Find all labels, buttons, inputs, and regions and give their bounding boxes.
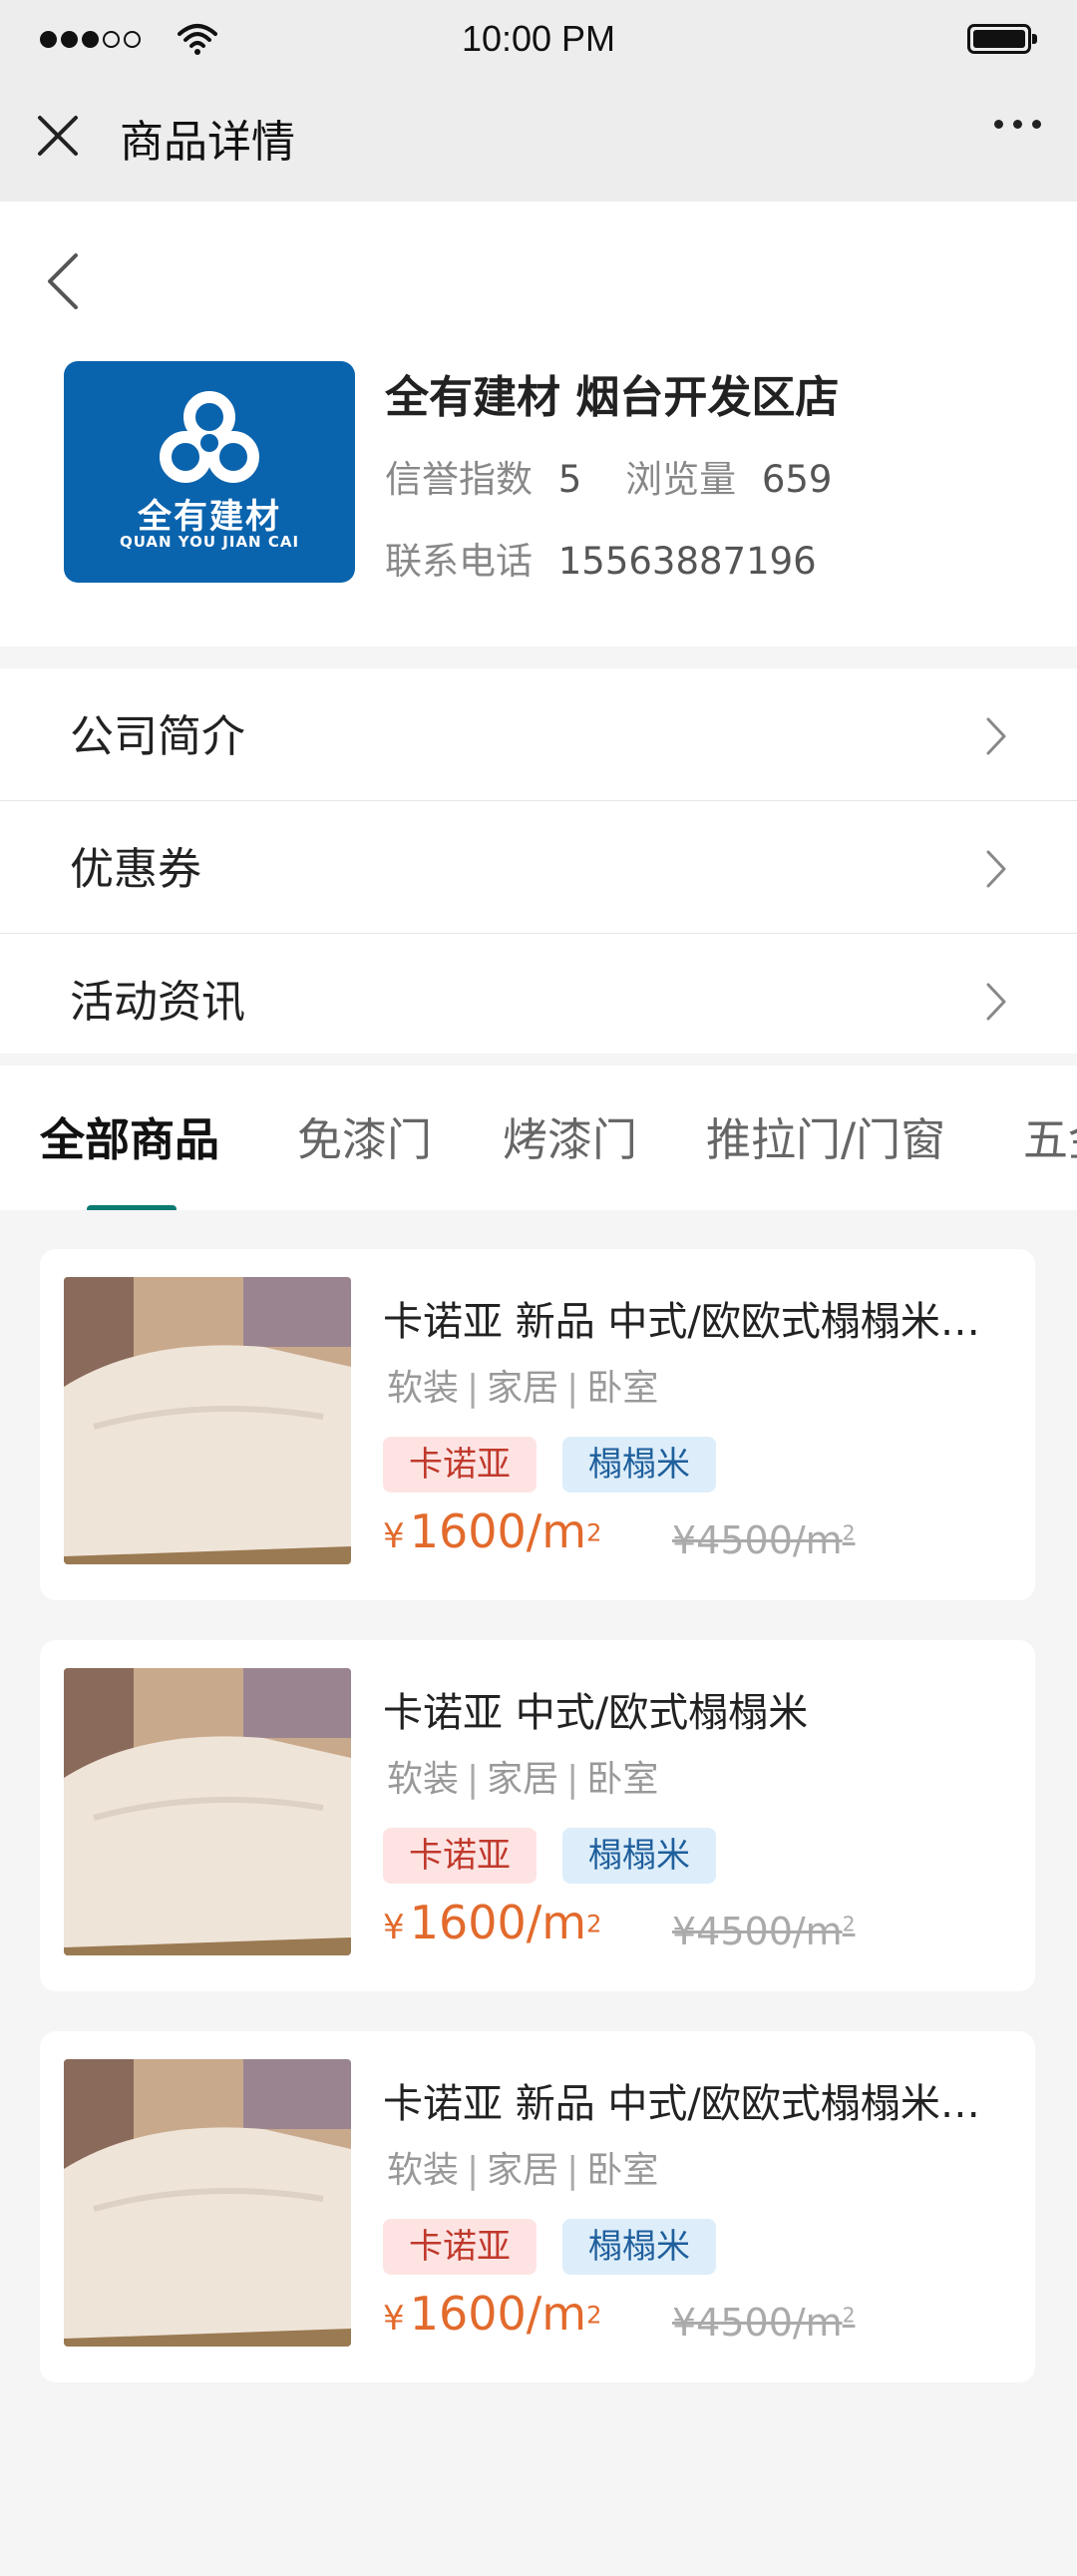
credit-value: 5 xyxy=(557,458,582,501)
currency-symbol: ¥ xyxy=(383,2299,405,2339)
original-price-value: ¥4500/m xyxy=(672,1518,843,1562)
original-price-value: ¥4500/m xyxy=(672,2301,843,2345)
shop-phone: 联系电话 15563887196 xyxy=(385,531,817,585)
category-label: 软装 xyxy=(387,1759,460,1800)
price-value: 1600/m xyxy=(409,2287,587,2341)
original-price-sup: 2 xyxy=(842,1520,856,1545)
tab-indicator xyxy=(87,1205,177,1210)
nav-bar: 商品详情 xyxy=(0,80,1077,202)
brand-tag: 卡诺亚 xyxy=(383,2219,537,2275)
product-price: ¥ 1600/m2 xyxy=(383,1896,601,1949)
tab-lacquer-door[interactable]: 烤漆门 xyxy=(503,1103,637,1168)
back-icon[interactable] xyxy=(44,251,84,311)
price-unit-sup: 2 xyxy=(586,1910,602,1938)
tab-sliding-door-window[interactable]: 推拉门/门窗 xyxy=(706,1103,945,1168)
logo-mark-icon xyxy=(160,391,259,483)
price-value: 1600/m xyxy=(409,1504,587,1558)
type-tag: 榻榻米 xyxy=(562,1828,716,1884)
menu-item-coupons[interactable]: 优惠券 xyxy=(0,801,1077,934)
category-label: 软装 xyxy=(387,2150,460,2191)
close-icon[interactable] xyxy=(36,114,80,158)
tab-hardware[interactable]: 五金 xyxy=(1023,1103,1077,1168)
product-tags: 卡诺亚 榻榻米 xyxy=(383,1828,716,1884)
category-label: 卧室 xyxy=(586,1759,659,1800)
shop-logo: 全有建材 QUAN YOU JIAN CAI xyxy=(64,361,355,583)
menu-item-news[interactable]: 活动资讯 xyxy=(0,934,1077,1054)
shop-stats: 信誉指数 5 浏览量 659 xyxy=(385,449,832,503)
category-tabs: 全部商品 免漆门 烤漆门 推拉门/门窗 五金 xyxy=(0,1066,1077,1210)
product-name: 卡诺亚 新品 中式/欧欧式榻榻米… xyxy=(383,2081,980,2127)
shop-header: 全有建材 QUAN YOU JIAN CAI 全有建材 烟台开发区店 信誉指数 … xyxy=(0,202,1077,646)
original-price: ¥4500/m2 xyxy=(672,1910,855,1953)
logo-subtext: QUAN YOU JIAN CAI xyxy=(119,533,300,551)
product-categories: 软装 | 家居 | 卧室 xyxy=(387,2150,659,2191)
menu-item-label: 优惠券 xyxy=(70,844,201,895)
category-label: 卧室 xyxy=(586,2150,659,2191)
phone-value[interactable]: 15563887196 xyxy=(558,540,817,583)
product-tags: 卡诺亚 榻榻米 xyxy=(383,1437,716,1493)
shop-name: 全有建材 烟台开发区店 xyxy=(385,372,840,423)
credit-label: 信誉指数 xyxy=(385,458,533,501)
product-card[interactable]: 卡诺亚 中式/欧式榻榻米 软装 | 家居 | 卧室 卡诺亚 榻榻米 ¥ 1600/m2 … xyxy=(40,1640,1035,1991)
menu-item-company-intro[interactable]: 公司简介 xyxy=(0,668,1077,801)
brand-tag: 卡诺亚 xyxy=(383,1437,537,1493)
type-tag: 榻榻米 xyxy=(562,2219,716,2275)
currency-symbol: ¥ xyxy=(383,1516,405,1556)
chevron-right-icon xyxy=(986,983,1006,1021)
category-label: 卧室 xyxy=(586,1368,659,1409)
chevron-right-icon xyxy=(986,850,1006,888)
price-value: 1600/m xyxy=(409,1896,587,1949)
product-name: 卡诺亚 中式/欧式榻榻米 xyxy=(383,1690,809,1736)
brand-tag: 卡诺亚 xyxy=(383,1828,537,1884)
product-image xyxy=(64,1277,351,1564)
original-price: ¥4500/m2 xyxy=(672,2301,855,2345)
category-label: 家居 xyxy=(487,1368,559,1409)
page-title: 商品详情 xyxy=(120,117,295,168)
product-categories: 软装 | 家居 | 卧室 xyxy=(387,1368,659,1409)
views-label: 浏览量 xyxy=(625,458,737,501)
product-tags: 卡诺亚 榻榻米 xyxy=(383,2219,716,2275)
logo-text: 全有建材 xyxy=(138,497,281,537)
battery-icon xyxy=(967,24,1037,54)
product-card[interactable]: 卡诺亚 新品 中式/欧欧式榻榻米… 软装 | 家居 | 卧室 卡诺亚 榻榻米 ¥ 160… xyxy=(40,2031,1035,2382)
price-unit-sup: 2 xyxy=(586,2301,602,2330)
product-price: ¥ 1600/m2 xyxy=(383,1504,601,1558)
chevron-right-icon xyxy=(986,717,1006,755)
status-time: 10:00 PM xyxy=(461,18,616,59)
shop-menu: 公司简介 优惠券 活动资讯 xyxy=(0,668,1077,1054)
currency-symbol: ¥ xyxy=(383,1908,405,1947)
product-categories: 软装 | 家居 | 卧室 xyxy=(387,1759,659,1800)
category-label: 家居 xyxy=(487,2150,559,2191)
product-card[interactable]: 卡诺亚 新品 中式/欧欧式榻榻米… 软装 | 家居 | 卧室 卡诺亚 榻榻米 ¥ 160… xyxy=(40,1249,1035,1600)
tab-all-products[interactable]: 全部商品 xyxy=(40,1103,219,1168)
product-image xyxy=(64,2059,351,2347)
category-label: 软装 xyxy=(387,1368,460,1409)
category-label: 家居 xyxy=(487,1759,559,1800)
original-price-value: ¥4500/m xyxy=(672,1910,843,1953)
tab-paint-free-door[interactable]: 免漆门 xyxy=(297,1103,432,1168)
price-unit-sup: 2 xyxy=(586,1518,602,1547)
product-name: 卡诺亚 新品 中式/欧欧式榻榻米… xyxy=(383,1299,980,1345)
product-price: ¥ 1600/m2 xyxy=(383,2287,601,2341)
phone-label: 联系电话 xyxy=(385,540,533,583)
status-bar: 10:00 PM xyxy=(0,0,1077,80)
page: 10:00 PM 商品详情 全有建材 QUAN YOU JIAN CAI 全有建… xyxy=(0,0,1077,2576)
original-price-sup: 2 xyxy=(842,2303,856,2328)
original-price-sup: 2 xyxy=(842,1912,856,1936)
product-image xyxy=(64,1668,351,1955)
original-price: ¥4500/m2 xyxy=(672,1518,855,1562)
more-icon[interactable] xyxy=(994,120,1041,129)
views-value: 659 xyxy=(761,458,833,501)
menu-item-label: 公司简介 xyxy=(70,711,245,762)
type-tag: 榻榻米 xyxy=(562,1437,716,1493)
menu-item-label: 活动资讯 xyxy=(70,977,245,1028)
top-bar: 10:00 PM 商品详情 xyxy=(0,0,1077,202)
